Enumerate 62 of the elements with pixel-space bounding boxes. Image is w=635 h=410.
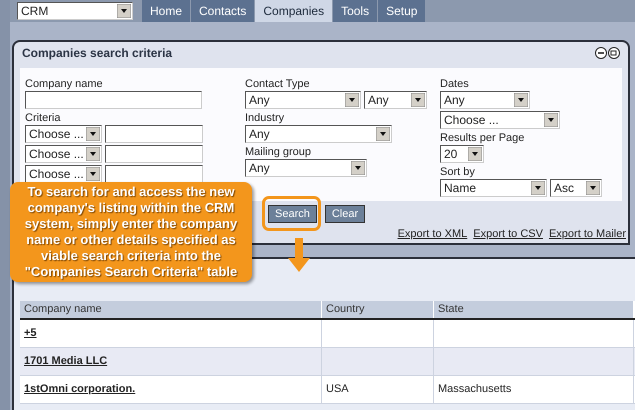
nav-tab[interactable]: Contacts xyxy=(191,0,254,22)
caret-icon[interactable] xyxy=(411,93,425,107)
nav-tab[interactable]: Setup xyxy=(378,0,426,22)
company-link[interactable]: +5 xyxy=(24,325,37,342)
dropdown[interactable]: Any xyxy=(245,91,361,109)
app-select[interactable]: CRM xyxy=(17,2,133,20)
table-cell-text: USA xyxy=(326,382,349,398)
field-label: Mailing group xyxy=(245,145,312,159)
column-header[interactable]: State xyxy=(434,301,634,318)
field-label: Contact Type xyxy=(245,77,311,91)
criteria-select[interactable]: Choose ... xyxy=(25,165,102,183)
export-link[interactable]: Export to CSV xyxy=(473,226,543,242)
field-label: Criteria xyxy=(25,111,62,125)
down-arrow-icon xyxy=(288,238,310,272)
caret-icon[interactable] xyxy=(117,4,131,18)
export-link[interactable]: Export to Mailer xyxy=(548,226,626,242)
panel-title: Companies search criteria xyxy=(22,45,172,62)
search-button[interactable]: Search xyxy=(268,205,317,223)
caret-icon[interactable] xyxy=(86,147,100,161)
dropdown[interactable]: 20 xyxy=(440,145,484,163)
dropdown[interactable]: Asc xyxy=(550,179,602,197)
restore-icon[interactable] xyxy=(608,47,620,59)
nav-tab[interactable]: Companies xyxy=(255,0,332,22)
caret-icon[interactable] xyxy=(86,127,100,141)
column-header[interactable]: Country xyxy=(322,301,434,318)
field-label: Sort by xyxy=(440,165,476,179)
nav-tab[interactable]: Tools xyxy=(333,0,378,22)
caret-icon[interactable] xyxy=(345,93,359,107)
caret-icon[interactable] xyxy=(351,161,365,175)
field-label: Company name xyxy=(25,77,104,91)
table-cell-text: Massachusetts xyxy=(438,382,512,398)
field-label: Dates xyxy=(440,77,470,91)
caret-icon[interactable] xyxy=(468,147,482,161)
caret-icon[interactable] xyxy=(586,181,600,195)
caret-icon[interactable] xyxy=(376,127,390,141)
criteria-select[interactable]: Choose ... xyxy=(25,145,102,163)
criteria-select[interactable]: Choose ... xyxy=(25,125,102,143)
dropdown[interactable]: Any xyxy=(245,159,367,177)
dropdown[interactable]: Any xyxy=(364,91,427,109)
caret-icon[interactable] xyxy=(514,93,528,107)
company-link[interactable]: 1stOmni corporation. xyxy=(24,381,136,398)
highlight-frame xyxy=(262,196,321,231)
caret-icon[interactable] xyxy=(531,181,545,195)
callout-text: To search for and access the new company's listing within the CRM system, simply enter the company name or other details specified as viable search criteria into the "Companies Search Criteria" table xyxy=(24,184,238,280)
clear-button[interactable]: Clear xyxy=(324,205,366,223)
criteria-input[interactable] xyxy=(105,145,203,163)
nav-tab[interactable]: Home xyxy=(142,0,190,22)
column-header[interactable]: Company name xyxy=(20,301,322,318)
criteria-input[interactable] xyxy=(105,125,203,143)
dropdown[interactable]: Name xyxy=(440,179,547,197)
caret-icon[interactable] xyxy=(86,167,100,181)
company-link[interactable]: 1701 Media LLC xyxy=(24,353,108,370)
minimize-icon[interactable] xyxy=(595,47,607,59)
text-input[interactable] xyxy=(25,91,202,109)
field-label: Results per Page xyxy=(440,131,526,145)
dropdown[interactable]: Any xyxy=(440,91,530,109)
criteria-input[interactable] xyxy=(105,165,203,183)
caret-icon[interactable] xyxy=(544,113,558,127)
dropdown[interactable]: Choose ... xyxy=(440,111,560,129)
dropdown[interactable]: Any xyxy=(245,125,392,143)
export-link[interactable]: Export to XML xyxy=(398,226,468,242)
field-label: Industry xyxy=(245,111,286,125)
